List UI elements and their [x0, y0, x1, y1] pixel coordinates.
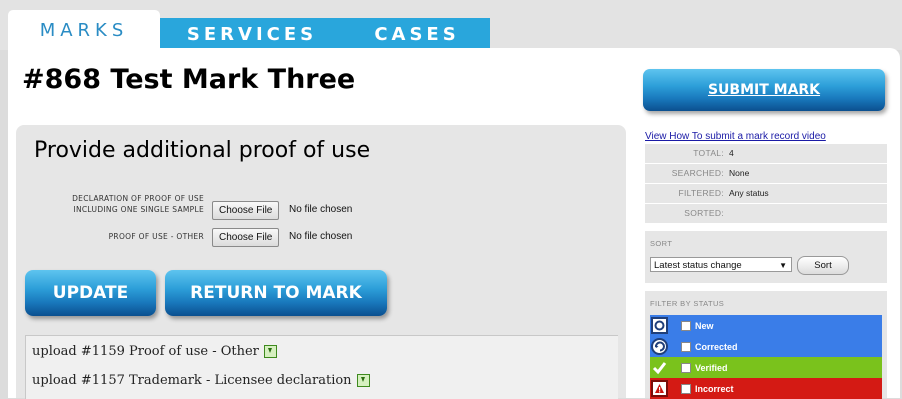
declaration-label-line1: DECLARATION OF PROOF OF USE [72, 194, 204, 203]
new-status-icon [651, 317, 668, 334]
upload-item-text: upload #1159 Proof of use - Other [32, 344, 259, 359]
sort-selected-value: Latest status change [654, 260, 742, 271]
proof-other-file-status: No file chosen [289, 231, 353, 242]
filter-caption: FILTER BY STATUS [650, 299, 725, 308]
list-item: upload #1159 Proof of use - Other [32, 344, 277, 359]
stat-searched: SEARCHED: None [645, 164, 887, 184]
incorrect-warning-icon [651, 380, 668, 397]
stats-box: TOTAL: 4 SEARCHED: None FILTERED: Any st… [645, 144, 887, 224]
declaration-choose-file-button[interactable]: Choose File [212, 201, 280, 220]
filter-checkbox-new[interactable] [681, 320, 691, 331]
filter-label-verified: Verified [695, 362, 728, 373]
sort-button[interactable]: Sort [797, 256, 849, 275]
tab-services[interactable]: SERVICES [160, 18, 344, 50]
filter-label-corrected: Corrected [695, 341, 738, 352]
download-icon[interactable] [263, 345, 277, 358]
tab-cases[interactable]: CASES [344, 18, 490, 50]
stat-key: SORTED: [684, 208, 724, 218]
filter-row-verified[interactable]: Verified [650, 357, 882, 378]
page-title: #868 Test Mark Three [22, 64, 356, 95]
tab-marks[interactable]: MARKS [8, 10, 160, 50]
stat-filtered: FILTERED: Any status [645, 184, 887, 204]
download-icon[interactable] [356, 374, 370, 387]
upload-item-text: upload #1157 Trademark - Licensee declar… [32, 373, 352, 388]
stat-key: TOTAL: [693, 148, 724, 158]
filter-label-new: New [695, 320, 714, 331]
proof-other-choose-file-button[interactable]: Choose File [212, 228, 280, 247]
declaration-file-status: No file chosen [289, 204, 353, 215]
declaration-label-line2: INCLUDING ONE SINGLE SAMPLE [73, 205, 204, 214]
stat-value: Any status [729, 188, 769, 198]
stat-sorted: SORTED: [645, 204, 887, 224]
filter-row-new[interactable]: New [650, 315, 882, 336]
stat-key: FILTERED: [678, 188, 724, 198]
filter-label-incorrect: Incorrect [695, 383, 734, 394]
filter-row-corrected[interactable]: Corrected [650, 336, 882, 357]
return-to-mark-button[interactable]: RETURN TO MARK [165, 270, 387, 316]
verified-check-icon [651, 359, 668, 376]
declaration-field-label: DECLARATION OF PROOF OF USE INCLUDING ON… [40, 193, 204, 215]
sort-select[interactable]: Latest status change ▼ [650, 257, 792, 272]
submit-mark-button[interactable]: SUBMIT MARK [643, 69, 885, 111]
stat-total: TOTAL: 4 [645, 144, 887, 164]
proof-other-field-label: PROOF OF USE - OTHER [108, 232, 204, 241]
stat-value: 4 [729, 148, 734, 158]
list-item: upload #1157 Trademark - Licensee declar… [32, 373, 370, 388]
proof-section-heading: Provide additional proof of use [34, 138, 371, 163]
stat-key: SEARCHED: [671, 168, 724, 178]
sort-caption: SORT [650, 239, 673, 248]
filter-checkbox-corrected[interactable] [681, 341, 691, 352]
filter-checkbox-verified[interactable] [681, 362, 691, 373]
filter-checkbox-incorrect[interactable] [681, 383, 691, 394]
filter-row-incorrect[interactable]: Incorrect [650, 378, 882, 399]
how-to-video-link[interactable]: View How To submit a mark record video [645, 131, 826, 142]
stat-value: None [729, 168, 750, 178]
update-button[interactable]: UPDATE [25, 270, 156, 316]
dropdown-arrow-icon: ▼ [779, 261, 787, 270]
corrected-status-icon [651, 338, 668, 355]
